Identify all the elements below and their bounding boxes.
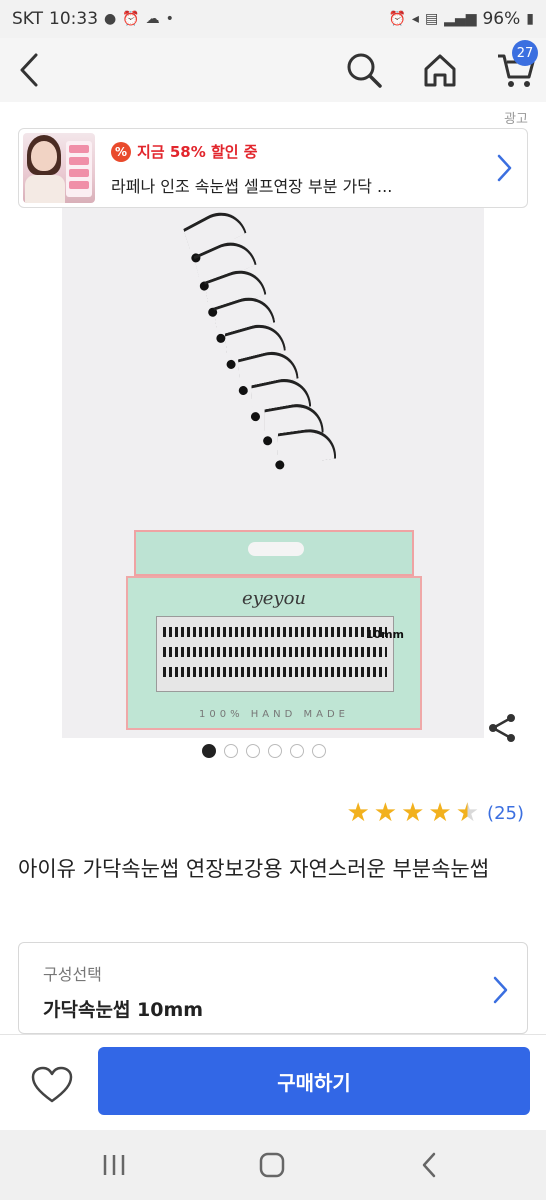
review-count: (25) xyxy=(487,802,524,824)
carrier-label: SKT xyxy=(12,9,44,29)
lash-box: eyeyou 10mm 100% HAND MADE xyxy=(126,576,422,730)
search-icon xyxy=(347,53,382,88)
system-nav-bar xyxy=(0,1130,546,1200)
app-header: 27 xyxy=(0,38,546,102)
alarm-status-icon: ⏰ xyxy=(388,11,406,27)
recents-button[interactable] xyxy=(94,1148,134,1182)
home-button[interactable] xyxy=(418,48,462,92)
star-icon: ★ xyxy=(428,798,452,828)
wishlist-button[interactable] xyxy=(30,1065,74,1105)
chevron-right-icon xyxy=(493,976,508,1004)
option-label: 구성선택 xyxy=(43,965,102,984)
share-icon xyxy=(489,714,515,742)
cloud-icon: ☁ xyxy=(145,11,160,27)
recents-icon xyxy=(103,1155,125,1175)
box-lid xyxy=(134,530,414,576)
ad-title: 라페나 인조 속눈썹 셀프연장 부분 가닥 ... xyxy=(111,177,393,196)
pagination-dot[interactable] xyxy=(268,744,282,758)
made-text: 100% HAND MADE xyxy=(199,709,349,720)
product-image[interactable]: eyeyou 10mm 100% HAND MADE xyxy=(62,208,484,738)
signal-icon: ▂▄▆ xyxy=(444,11,477,27)
star-icon: ★ xyxy=(373,798,398,828)
option-selector[interactable]: 구성선택 가닥속눈썹 10mm xyxy=(18,942,528,1034)
heart-icon xyxy=(31,1066,73,1103)
ad-label: 광고 xyxy=(504,112,528,127)
share-button[interactable] xyxy=(486,712,518,744)
percent-icon: % xyxy=(111,141,131,162)
ad-thumbnail xyxy=(23,133,95,203)
cart-count-badge: 27 xyxy=(512,40,538,66)
rating[interactable]: ★ ★ ★ ★ ★ (25) xyxy=(346,800,524,826)
option-value: 가닥속눈썹 10mm xyxy=(43,999,204,1021)
size-text: 10mm xyxy=(365,628,404,641)
star-icon: ★ xyxy=(346,798,370,828)
bottom-action-bar: 구매하기 xyxy=(0,1034,546,1131)
pagination-dot[interactable] xyxy=(312,744,326,758)
mute-icon: ◂ xyxy=(411,11,419,27)
back-nav-icon xyxy=(422,1152,436,1178)
pagination-dot[interactable] xyxy=(290,744,304,758)
battery-icon: ▮ xyxy=(526,11,534,27)
brand-text: eyeyou xyxy=(241,588,307,609)
cart-button[interactable]: 27 xyxy=(494,40,538,92)
wifi-icon: ▤ xyxy=(424,11,439,27)
ad-banner[interactable]: % 지금 58% 할인 중 라페나 인조 속눈썹 셀프연장 부분 가닥 ... xyxy=(18,128,528,208)
image-pagination xyxy=(202,744,326,758)
ad-promo: % 지금 58% 할인 중 xyxy=(111,141,258,162)
chat-icon: ● xyxy=(104,11,117,27)
more-dot-icon: • xyxy=(165,11,174,27)
product-title: 아이유 가닥속눈썹 연장보강용 자연스러운 부분속눈썹 xyxy=(18,857,490,881)
battery-level: 96% xyxy=(482,9,521,29)
pagination-dot[interactable] xyxy=(224,744,238,758)
home-nav-button[interactable] xyxy=(252,1148,292,1182)
chevron-right-icon xyxy=(497,154,512,182)
clock: 10:33 xyxy=(49,9,99,29)
alarm-icon: ⏰ xyxy=(122,11,140,27)
back-nav-button[interactable] xyxy=(410,1148,450,1182)
status-bar: SKT 10:33 ● ⏰ ☁ • ⏰ ◂ ▤ ▂▄▆ 96% ▮ xyxy=(0,0,546,38)
star-icon: ★ xyxy=(401,798,425,828)
pagination-dot[interactable] xyxy=(202,744,216,758)
back-icon xyxy=(20,53,38,87)
half-star-icon: ★ xyxy=(455,798,480,828)
buy-button[interactable]: 구매하기 xyxy=(98,1047,530,1115)
home-nav-icon xyxy=(259,1152,285,1178)
search-button[interactable] xyxy=(342,48,386,92)
pagination-dot[interactable] xyxy=(246,744,260,758)
back-button[interactable] xyxy=(8,48,52,92)
ad-promo-text: 지금 58% 할인 중 xyxy=(137,143,258,161)
home-icon xyxy=(424,54,456,87)
